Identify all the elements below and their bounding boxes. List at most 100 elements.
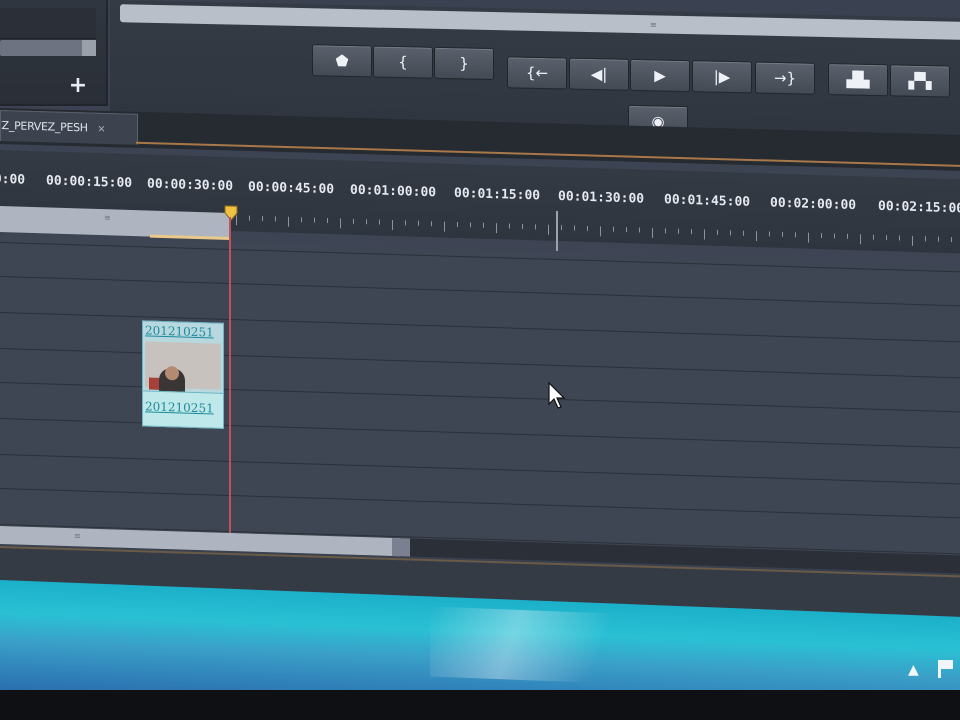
ruler-tick (301, 217, 302, 223)
sequence-tab-label: EZ_PERVEZ_PESH (0, 118, 88, 135)
ruler-divider (556, 210, 558, 252)
ruler-tick (782, 231, 783, 237)
close-icon[interactable]: × (97, 124, 105, 135)
ruler-tick (639, 227, 640, 233)
video-clip[interactable]: 201210251 (142, 320, 224, 395)
video-clip-thumbnail (145, 341, 221, 395)
scrollbar-thumb[interactable] (82, 40, 96, 56)
timeline-panel: 00:00 00:00:15:00 00:00:30:00 00:00:45:00 00… (0, 150, 960, 650)
go-to-in-button[interactable]: {← (507, 56, 567, 90)
ruler-tick (509, 223, 510, 229)
ruler-tick (457, 221, 458, 227)
ruler-tick (912, 235, 913, 246)
work-area-marker (150, 234, 230, 241)
work-area-bar[interactable]: ≡ (0, 206, 230, 241)
ruler-tick (444, 221, 445, 232)
project-panel-row[interactable] (0, 8, 96, 39)
timecode-label: 00:00 (0, 171, 26, 188)
scrollbar-handle[interactable] (392, 537, 410, 557)
ruler-tick (275, 216, 276, 222)
ruler-tick (522, 223, 523, 229)
extract-icon: ▞▚ (908, 71, 932, 91)
ruler-tick (548, 224, 549, 235)
timecode-label: 00:00:15:00 (46, 173, 133, 192)
ruler-tick (288, 216, 289, 227)
ruler-tick (860, 234, 861, 245)
ruler-tick (366, 219, 367, 225)
ruler-tick (405, 220, 406, 226)
video-clip-label: 201210251 (145, 323, 214, 340)
timecode-label: 00:02:15:00 (878, 198, 960, 217)
audio-clip-label: 201210251 (145, 399, 214, 416)
project-panel-scrollbar[interactable] (0, 40, 96, 56)
grip-icon: ≡ (74, 531, 81, 541)
ruler-tick (743, 230, 744, 236)
lift-button[interactable]: ▟▙ (828, 63, 888, 97)
lift-icon: ▟▙ (846, 70, 870, 89)
mark-in-icon: { (398, 53, 408, 72)
ruler-tick (431, 221, 432, 227)
ruler-tick (756, 231, 757, 242)
ruler-tick (938, 236, 939, 242)
ruler-tick (730, 230, 731, 236)
play-button[interactable]: ▶ (630, 58, 690, 93)
go-to-in-icon: {← (525, 63, 549, 83)
track-divider (0, 276, 960, 308)
ruler-tick (496, 223, 497, 234)
ruler-tick (665, 228, 666, 234)
add-marker-button[interactable]: ⬟ (312, 44, 372, 78)
ruler-tick (561, 225, 562, 231)
ruler-tick (262, 216, 263, 222)
ruler-tick (626, 227, 627, 233)
go-to-out-button[interactable]: →} (755, 61, 815, 95)
step-forward-button[interactable]: |▶ (692, 60, 752, 94)
marker-icon: ⬟ (335, 51, 349, 70)
track-divider (0, 488, 960, 520)
ruler-tick (379, 219, 380, 225)
ruler-tick (574, 225, 575, 231)
ruler-tick (808, 232, 809, 243)
monitor-zoom-scrollbar[interactable]: ≡ (120, 4, 960, 41)
ruler-tick (535, 224, 536, 230)
ruler-tick (418, 220, 419, 226)
ruler-tick (587, 225, 588, 231)
ruler-tick (470, 222, 471, 228)
playhead-line[interactable] (229, 216, 231, 538)
timecode-label: 00:01:00:00 (350, 182, 437, 201)
monitor-bezel (0, 690, 960, 720)
step-back-button[interactable]: ◀| (569, 57, 629, 91)
mark-out-icon: } (459, 54, 469, 73)
project-panel: + (0, 0, 108, 106)
timecode-label: 00:00:30:00 (147, 176, 234, 195)
ruler-tick (249, 215, 250, 221)
ruler-tick (899, 235, 900, 241)
ruler-tick (769, 231, 770, 237)
ruler-tick (483, 222, 484, 228)
step-back-icon: ◀| (590, 65, 608, 84)
extract-button[interactable]: ▞▚ (890, 64, 950, 98)
mark-out-button[interactable]: } (434, 46, 494, 81)
grip-icon: ≡ (104, 213, 111, 223)
ruler-tick (314, 217, 315, 223)
timecode-label: 00:01:45:00 (664, 192, 751, 210)
ruler-tick (600, 226, 601, 237)
playhead-handle-icon[interactable] (224, 205, 238, 221)
audio-clip[interactable]: 201210251 (142, 390, 224, 429)
ruler-tick (691, 229, 692, 235)
tab-sequence[interactable]: EZ_PERVEZ_PESH × (0, 110, 138, 145)
ruler-tick (834, 233, 835, 239)
ruler-tick (951, 237, 952, 243)
mark-in-button[interactable]: { (373, 45, 433, 79)
ruler-tick (340, 218, 341, 229)
track-divider (0, 454, 960, 486)
action-center-flag-icon[interactable] (938, 660, 955, 678)
timecode-label: 00:00:45:00 (248, 179, 335, 198)
ruler-tick (392, 219, 393, 231)
show-hidden-icons-icon[interactable]: ▲ (908, 662, 919, 678)
ruler-tick (678, 228, 679, 234)
ruler-tick (613, 226, 614, 232)
ruler-tick (873, 234, 874, 240)
timecode-label: 00:01:15:00 (454, 185, 541, 204)
add-item-button[interactable]: + (66, 74, 90, 98)
ruler-tick (652, 227, 653, 238)
